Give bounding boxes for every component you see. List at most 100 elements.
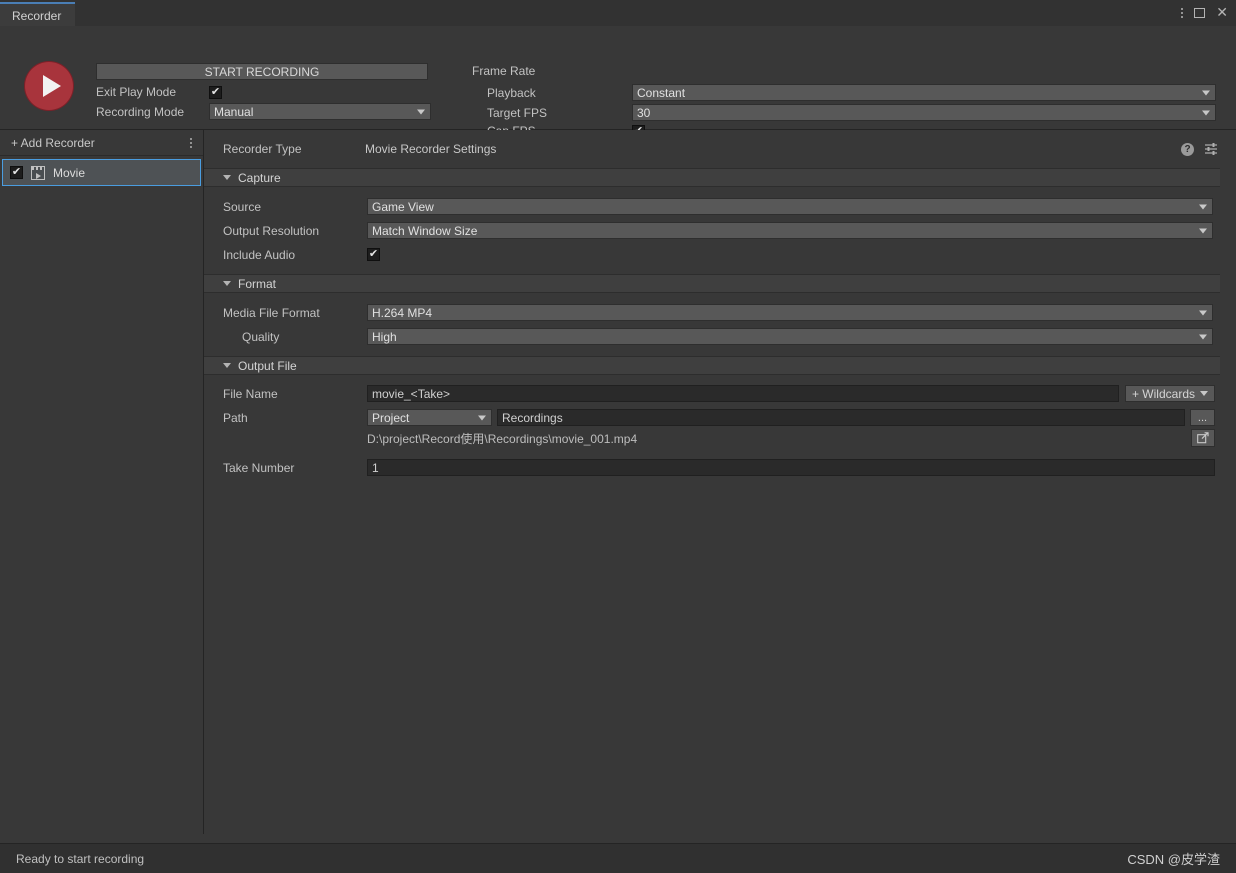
section-capture-title: Capture xyxy=(238,170,281,185)
chevron-down-icon xyxy=(1199,310,1207,315)
recorder-settings-panel: Recorder Type Movie Recorder Settings ? xyxy=(204,130,1236,834)
section-output-file-title: Output File xyxy=(238,358,297,373)
tab-recorder[interactable]: Recorder xyxy=(0,2,76,27)
resolved-path-text: D:\project\Record使用\Recordings\movie_001… xyxy=(367,431,638,446)
movie-clapper-icon xyxy=(31,165,45,180)
start-recording-label: START RECORDING xyxy=(204,64,320,79)
chevron-down-icon xyxy=(478,415,486,420)
output-resolution-value: Match Window Size xyxy=(372,223,478,238)
maximize-icon[interactable] xyxy=(1194,8,1206,18)
path-row: Path Project Recordings ... xyxy=(204,407,1236,428)
open-external-icon[interactable] xyxy=(1191,429,1215,447)
chevron-down-icon xyxy=(223,175,231,180)
source-value: Game View xyxy=(372,199,434,214)
chevron-down-icon xyxy=(1202,90,1210,95)
wildcards-button[interactable]: + Wildcards xyxy=(1124,385,1215,402)
recording-mode-value: Manual xyxy=(214,104,254,119)
recorder-controls-bar: START RECORDING Exit Play Mode ✔ Recordi… xyxy=(0,26,1236,138)
watermark-text: CSDN @皮学渣 xyxy=(1127,852,1220,867)
recorder-type-row: Recorder Type Movie Recorder Settings ? xyxy=(204,130,1236,168)
output-resolution-dropdown[interactable]: Match Window Size xyxy=(367,222,1213,239)
play-triangle-icon xyxy=(43,75,61,97)
media-file-format-value: H.264 MP4 xyxy=(372,305,433,320)
path-root-value: Project xyxy=(372,410,410,425)
output-resolution-label: Output Resolution xyxy=(223,223,320,238)
recorder-item-label: Movie xyxy=(53,165,86,180)
add-recorder-label: + Add Recorder xyxy=(11,135,95,150)
include-audio-row: Include Audio ✔ xyxy=(204,244,1236,265)
file-name-label: File Name xyxy=(223,386,278,401)
media-file-format-label: Media File Format xyxy=(223,305,320,320)
file-name-value: movie_<Take> xyxy=(372,386,451,401)
recorder-list-item-movie[interactable]: ✔ Movie xyxy=(2,159,201,186)
play-record-icon[interactable] xyxy=(25,62,73,110)
playback-value: Constant xyxy=(637,85,686,100)
browse-path-button[interactable]: ... xyxy=(1190,409,1215,426)
playback-label: Playback xyxy=(487,85,536,100)
target-fps-label: Target FPS xyxy=(487,105,548,120)
quality-dropdown[interactable]: High xyxy=(367,328,1213,345)
window-controls: ✕ xyxy=(1181,0,1228,26)
source-label: Source xyxy=(223,199,262,214)
playback-row: Playback Constant xyxy=(487,84,1216,101)
section-header-capture[interactable]: Capture xyxy=(204,168,1220,187)
target-fps-value: 30 xyxy=(637,105,651,120)
take-number-label: Take Number xyxy=(223,460,295,475)
media-file-format-dropdown[interactable]: H.264 MP4 xyxy=(367,304,1213,321)
resolved-path-row: D:\project\Record使用\Recordings\movie_001… xyxy=(204,428,1236,448)
file-name-row: File Name movie_<Take> + Wildcards xyxy=(204,383,1236,404)
quality-row: Quality High xyxy=(204,326,1236,347)
target-fps-row: Target FPS 30 xyxy=(487,104,1216,121)
section-header-output-file[interactable]: Output File xyxy=(204,356,1220,375)
status-bar: Ready to start recording CSDN @皮学渣 xyxy=(0,843,1236,873)
file-name-input[interactable]: movie_<Take> xyxy=(367,385,1119,402)
help-question-icon[interactable]: ? xyxy=(1181,142,1194,156)
status-message: Ready to start recording xyxy=(16,851,145,866)
include-audio-checkbox[interactable]: ✔ xyxy=(367,248,380,261)
window-title-bar: Recorder ✕ xyxy=(0,0,1236,27)
browse-label: ... xyxy=(1197,411,1208,424)
quality-value: High xyxy=(372,329,397,344)
start-recording-button[interactable]: START RECORDING xyxy=(96,63,428,80)
chevron-down-icon xyxy=(1200,391,1208,396)
recorder-list-sidebar: + Add Recorder ✔ Movie xyxy=(0,130,204,834)
chevron-down-icon xyxy=(1199,334,1207,339)
take-number-row: Take Number 1 xyxy=(204,457,1236,478)
frame-rate-group-label: Frame Rate xyxy=(472,64,536,78)
kebab-menu-icon[interactable] xyxy=(1181,8,1184,18)
path-label: Path xyxy=(223,410,248,425)
recorder-enabled-checkbox[interactable]: ✔ xyxy=(10,166,23,179)
preset-sliders-icon[interactable] xyxy=(1204,142,1218,156)
chevron-down-icon xyxy=(223,363,231,368)
playback-dropdown[interactable]: Constant xyxy=(632,84,1216,101)
source-dropdown[interactable]: Game View xyxy=(367,198,1213,215)
recorder-list-options-icon[interactable] xyxy=(190,137,192,148)
recording-mode-label: Recording Mode xyxy=(96,104,185,119)
recording-mode-row: Recording Mode Manual xyxy=(96,103,431,120)
inspector-header-icons: ? xyxy=(1181,142,1218,156)
target-fps-dropdown[interactable]: 30 xyxy=(632,104,1216,121)
chevron-down-icon xyxy=(417,109,425,114)
recorder-type-label: Recorder Type xyxy=(223,142,302,156)
section-header-format[interactable]: Format xyxy=(204,274,1220,293)
quality-label: Quality xyxy=(242,329,280,344)
main-body: + Add Recorder ✔ Movie Recorder Type Mov… xyxy=(0,130,1236,834)
add-recorder-button[interactable]: + Add Recorder xyxy=(0,130,203,156)
take-number-value: 1 xyxy=(372,460,379,475)
external-arrow-glyph xyxy=(1197,432,1209,444)
exit-play-mode-checkbox[interactable]: ✔ xyxy=(209,85,222,99)
output-resolution-row: Output Resolution Match Window Size xyxy=(204,220,1236,241)
source-row: Source Game View xyxy=(204,196,1236,217)
close-icon[interactable]: ✕ xyxy=(1216,6,1228,20)
chevron-down-icon xyxy=(1202,110,1210,115)
media-file-format-row: Media File Format H.264 MP4 xyxy=(204,302,1236,323)
tab-recorder-label: Recorder xyxy=(12,8,62,23)
recording-mode-dropdown[interactable]: Manual xyxy=(209,103,431,120)
path-root-dropdown[interactable]: Project xyxy=(367,409,492,426)
recorder-type-value: Movie Recorder Settings xyxy=(365,142,497,156)
take-number-input[interactable]: 1 xyxy=(367,459,1215,476)
include-audio-label: Include Audio xyxy=(223,247,296,262)
exit-play-mode-row: Exit Play Mode ✔ xyxy=(96,85,222,99)
path-subfolder-input[interactable]: Recordings xyxy=(497,409,1185,426)
section-format-title: Format xyxy=(238,276,277,291)
